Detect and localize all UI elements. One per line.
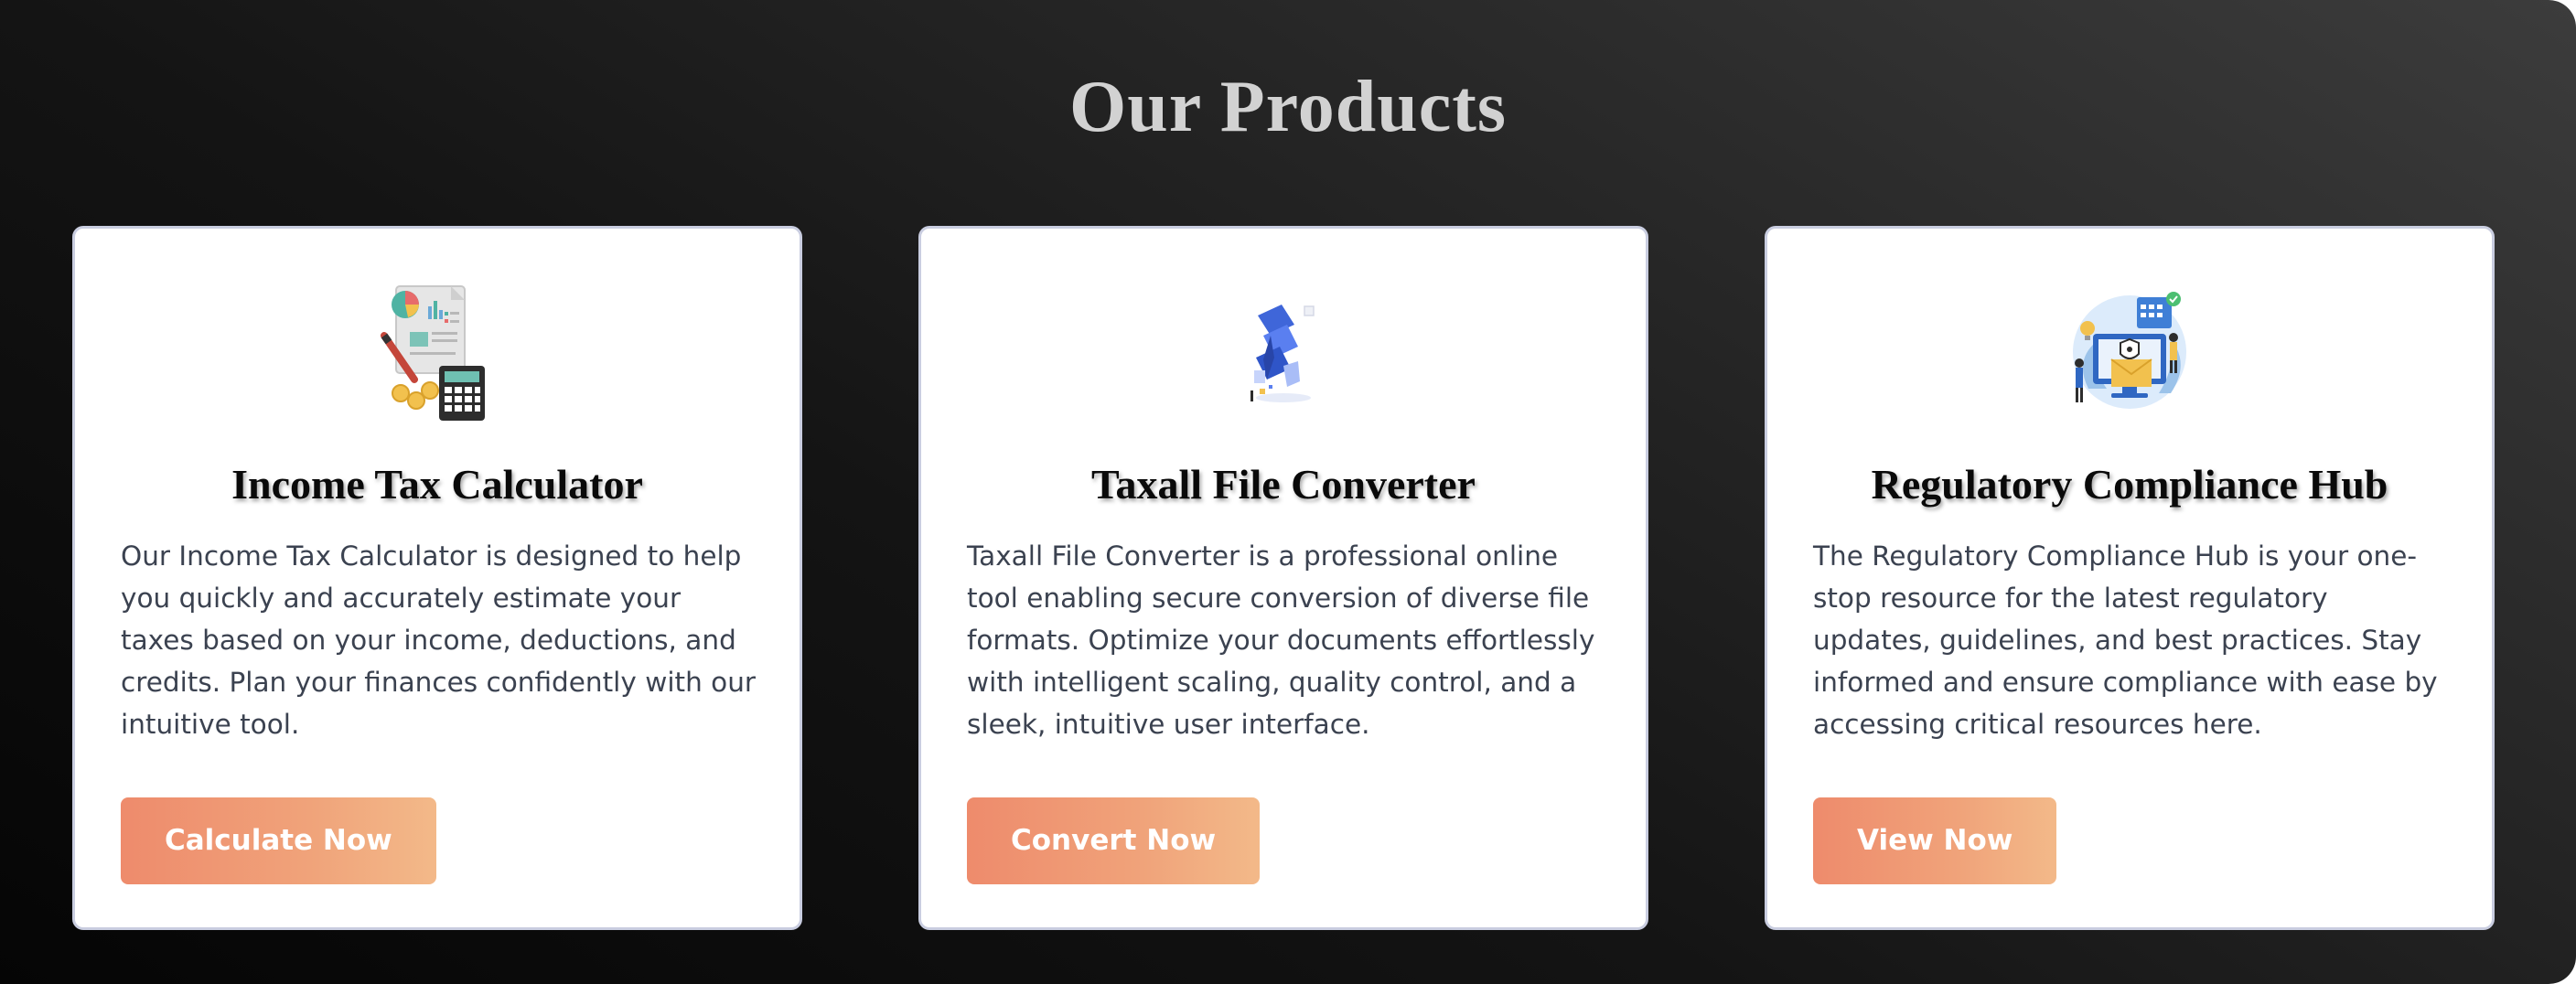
product-title: Regulatory Compliance Hub — [1871, 461, 2388, 508]
file-converter-illustration — [1210, 279, 1357, 425]
product-card-file-converter: Taxall File Converter Taxall File Conver… — [918, 226, 1648, 930]
product-card-compliance-hub: Regulatory Compliance Hub The Regulatory… — [1765, 226, 2495, 930]
product-description: The Regulatory Compliance Hub is your on… — [1813, 540, 2438, 740]
product-title: Taxall File Converter — [1091, 461, 1476, 508]
calculate-now-button[interactable]: Calculate Now — [121, 797, 436, 884]
products-section: Our Products Income Tax Calculator Our I… — [0, 0, 2576, 984]
view-now-button[interactable]: View Now — [1813, 797, 2057, 884]
product-description: Our Income Tax Calculator is designed to… — [121, 540, 757, 740]
tax-calculator-illustration — [364, 279, 510, 425]
product-title: Income Tax Calculator — [231, 461, 643, 508]
product-card-income-tax: Income Tax Calculator Our Income Tax Cal… — [72, 226, 802, 930]
section-title: Our Products — [1069, 67, 1507, 147]
convert-now-button[interactable]: Convert Now — [967, 797, 1261, 884]
compliance-hub-illustration — [2056, 279, 2203, 425]
product-description: Taxall File Converter is a professional … — [967, 540, 1595, 740]
